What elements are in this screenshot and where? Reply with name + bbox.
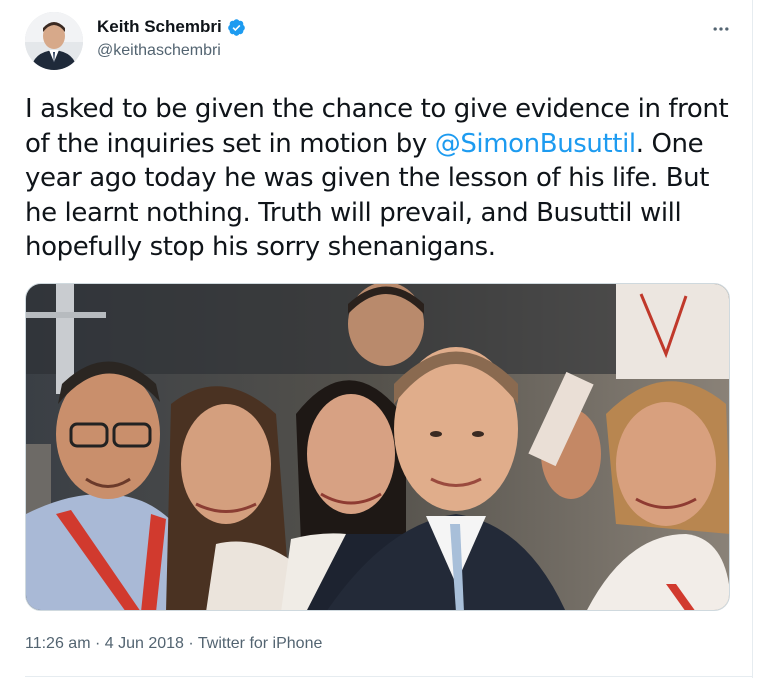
- display-name-row: Keith Schembri: [97, 16, 246, 38]
- avatar[interactable]: [25, 12, 83, 70]
- tweet-text: I asked to be given the chance to give e…: [25, 92, 740, 265]
- tweet-time[interactable]: 11:26 am: [25, 635, 91, 652]
- tweet-date[interactable]: 4 Jun 2018: [105, 635, 184, 652]
- tweet-photo[interactable]: [25, 283, 730, 611]
- more-options-icon[interactable]: [706, 14, 736, 44]
- display-name[interactable]: Keith Schembri: [97, 17, 222, 37]
- meta-separator: ·: [183, 635, 198, 652]
- tweet-header: Keith Schembri @keithaschembri: [25, 12, 735, 72]
- tweet-source[interactable]: Twitter for iPhone: [198, 635, 323, 652]
- photo-image: [26, 284, 729, 610]
- mention-link[interactable]: @SimonBusuttil: [435, 129, 636, 159]
- meta-separator: ·: [90, 635, 105, 652]
- divider: [25, 676, 752, 677]
- tweet-card: Keith Schembri @keithaschembri I asked t…: [0, 0, 753, 678]
- author-handle[interactable]: @keithaschembri: [97, 42, 246, 60]
- avatar-image: [25, 12, 83, 70]
- verified-badge-icon: [227, 18, 246, 37]
- author-block: Keith Schembri @keithaschembri: [97, 16, 246, 60]
- tweet-meta: 11:26 am · 4 Jun 2018 · Twitter for iPho…: [25, 635, 322, 653]
